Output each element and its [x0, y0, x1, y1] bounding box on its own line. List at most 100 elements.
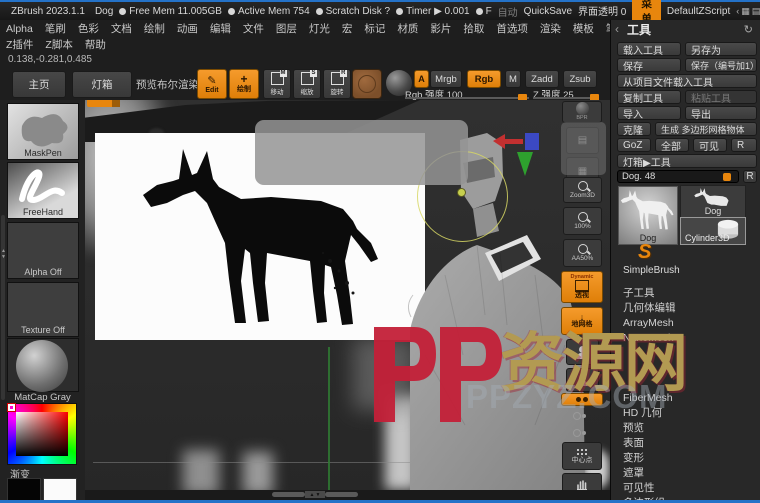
ghost-transparency-button[interactable]	[566, 339, 599, 365]
color-picker-inner[interactable]	[16, 412, 68, 456]
menu-zplugin[interactable]: Z插件	[0, 35, 39, 54]
rgb-button[interactable]: Rgb	[467, 70, 501, 88]
local-button[interactable]	[570, 426, 588, 439]
lightbox-button[interactable]: 灯箱	[72, 71, 132, 98]
goz-all-button[interactable]: 全部	[655, 138, 689, 152]
preview-boolean-button[interactable]: 预览布尔渲染	[136, 77, 199, 92]
solo-button[interactable]	[570, 409, 588, 422]
save-button[interactable]: 保存	[617, 58, 681, 72]
slider-handle[interactable]	[723, 173, 731, 181]
current-stroke-thumb[interactable]: FreeHand	[7, 162, 79, 219]
slider-r-button[interactable]: R	[743, 170, 757, 183]
xpose-button[interactable]	[561, 393, 603, 406]
recent-tool-thumb-dog[interactable]: Dog	[680, 185, 746, 218]
menu-picker[interactable]: 拾取	[457, 19, 490, 38]
goz-button[interactable]: GoZ	[617, 138, 651, 152]
menu-render[interactable]: 渲染	[534, 19, 567, 38]
quicksave-button[interactable]: QuickSave	[524, 6, 572, 17]
menu-draw[interactable]: 绘制	[138, 19, 171, 38]
scrollbar-segment[interactable]	[272, 492, 305, 497]
clone-button[interactable]: 克隆	[617, 122, 651, 136]
active-tool-slider[interactable]: Dog. 48	[617, 170, 739, 183]
section-visibility[interactable]: 可见性	[623, 480, 755, 495]
section-nanomesh[interactable]: NanoMesh	[623, 330, 755, 345]
section-geometry[interactable]: 几何体编辑	[623, 300, 755, 315]
mrgb-button[interactable]: Mrgb	[430, 70, 462, 88]
current-texture-thumb[interactable]: Texture Off	[7, 282, 79, 337]
secondary-color-swatch[interactable]	[43, 478, 77, 502]
section-subtool[interactable]: 子工具	[623, 285, 755, 300]
current-alpha-thumb[interactable]: Alpha Off	[7, 222, 79, 279]
current-brush-thumb[interactable]: MaskPen	[7, 103, 79, 160]
menu-edit[interactable]: 编辑	[204, 19, 237, 38]
section-preview[interactable]: 预览	[623, 420, 755, 435]
zadd-button[interactable]: Zadd	[525, 70, 559, 88]
section-deformation[interactable]: 变形	[623, 450, 755, 465]
floor-button[interactable]: ↓ 地网格	[561, 307, 603, 335]
lightbox-indicator[interactable]	[87, 100, 120, 107]
main-color-swatch[interactable]	[7, 478, 41, 502]
zsub-button[interactable]: Zsub	[563, 70, 597, 88]
make-polymesh-button[interactable]: 生成 多边形网格物体	[655, 122, 757, 136]
recent-tool-thumb-cylinder[interactable]: Cylinder3D	[680, 217, 746, 245]
section-masking[interactable]: 遮罩	[623, 465, 755, 480]
section-fibermesh[interactable]: FiberMesh	[623, 390, 755, 405]
scrollbar-segment[interactable]	[325, 492, 358, 497]
color-picker[interactable]	[7, 403, 77, 465]
transp-button[interactable]	[566, 368, 599, 392]
menu-macro[interactable]: 宏	[336, 19, 359, 38]
alpha-channel-button[interactable]: A	[414, 70, 429, 88]
menu-zscript[interactable]: Z脚本	[39, 35, 78, 54]
prev-ui-icon[interactable]: ‹	[736, 6, 739, 16]
menu-file[interactable]: 文件	[237, 19, 270, 38]
menu-movie[interactable]: 影片	[424, 19, 457, 38]
canvas-hscrollbar[interactable]: ▲▼	[272, 491, 358, 498]
frame-button[interactable]: 中心点	[562, 442, 602, 470]
material-swatch[interactable]	[352, 69, 382, 99]
edit-button[interactable]: ✎ Edit	[197, 69, 227, 99]
goz-r-button[interactable]: R	[731, 138, 757, 152]
ui-layout2-icon[interactable]: ▤	[752, 6, 760, 17]
zoom3d-button[interactable]: Zoom3D	[563, 177, 602, 203]
tray-scrollbar[interactable]	[1, 215, 5, 400]
rotate-button[interactable]: R 旋转	[323, 69, 351, 99]
menu-material[interactable]: 材质	[391, 19, 424, 38]
persp-button[interactable]: Dynamic 透视	[561, 271, 603, 303]
section-arraymesh[interactable]: ArrayMesh	[623, 315, 755, 330]
menu-light[interactable]: 灯光	[303, 19, 336, 38]
goz-visible-button[interactable]: 可见	[693, 138, 727, 152]
save-as-button[interactable]: 另存为	[685, 42, 757, 56]
menu-marker[interactable]: 标记	[358, 19, 391, 38]
section-surface[interactable]: 表面	[623, 435, 755, 450]
ui-layout-icon[interactable]: ▦	[741, 6, 750, 17]
canvas-viewport[interactable]: ›	[85, 100, 610, 490]
paste-tool-button[interactable]: 粘贴工具	[685, 90, 757, 104]
import-button[interactable]: 导入	[617, 106, 681, 120]
move-button[interactable]: M 移动	[263, 69, 291, 99]
menu-dynamics[interactable]: 动画	[171, 19, 204, 38]
bpr-button[interactable]: BPR	[562, 101, 602, 123]
export-button[interactable]: 导出	[685, 106, 757, 120]
tray-scroll-arrows[interactable]: ▲▼	[0, 248, 7, 260]
active-tool-thumb[interactable]: Dog	[618, 186, 678, 245]
panel-back-icon[interactable]: ‹	[615, 22, 619, 36]
menu-help[interactable]: 帮助	[79, 35, 112, 54]
menu-stencil[interactable]: 模板	[567, 19, 600, 38]
load-tool-button[interactable]: 载入工具	[617, 42, 681, 56]
actual-size-button[interactable]: 100%	[563, 207, 602, 235]
draw-button[interactable]: + 绘制	[229, 69, 259, 99]
lightbox-tool-button[interactable]: 灯箱▶工具	[617, 154, 757, 168]
save-increment-button[interactable]: 保存（编号加1）	[685, 58, 757, 72]
section-hd-geometry[interactable]: HD 几何	[623, 405, 755, 420]
scrollbar-arrows[interactable]: ▲▼	[305, 491, 325, 498]
scale-button[interactable]: S 缩放	[293, 69, 321, 99]
menu-preferences[interactable]: 首选项	[490, 19, 534, 38]
m-button[interactable]: M	[505, 70, 521, 88]
rgb-intensity-slider[interactable]	[405, 97, 529, 99]
menu-layer[interactable]: 图层	[270, 19, 303, 38]
current-material-thumb[interactable]	[7, 338, 79, 392]
color-picker-cursor[interactable]	[8, 404, 15, 411]
panel-refresh-icon[interactable]: ↻	[744, 23, 753, 36]
home-button[interactable]: 主页	[12, 71, 66, 98]
axis-gizmo[interactable]	[493, 130, 553, 178]
